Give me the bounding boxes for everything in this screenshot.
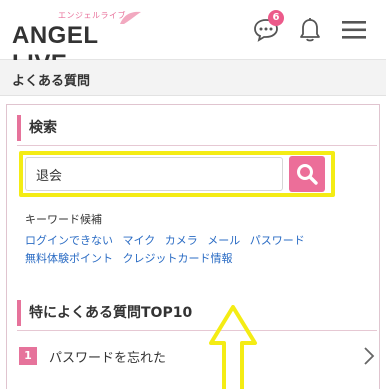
header: エンジェルライブ ANGEL LIVE 6: [0, 0, 386, 77]
faq-section-title: 特によくある質問TOP10: [17, 300, 377, 326]
wing-icon: [120, 11, 141, 24]
divider: [17, 145, 377, 146]
hamburger-menu-icon[interactable]: [338, 14, 370, 46]
keyword-label: キーワード候補: [25, 213, 102, 226]
search-button[interactable]: [289, 156, 325, 192]
divider: [17, 330, 377, 331]
logo-subtitle: エンジェルライブ: [58, 11, 126, 20]
keyword-link[interactable]: 無料体験ポイント: [25, 252, 113, 265]
search-input[interactable]: [25, 157, 283, 191]
search-section-title: 検索: [17, 115, 377, 141]
keyword-row: ログインできない マイク カメラ メール パスワード: [25, 232, 311, 248]
logo[interactable]: エンジェルライブ ANGEL LIVE: [12, 10, 142, 77]
keyword-row: 無料体験ポイント クレジットカード情報: [25, 250, 239, 266]
page-title: よくある質問: [12, 74, 91, 89]
faq-item-label: パスワードを忘れた: [49, 351, 167, 366]
chevron-right-icon: [364, 347, 375, 365]
keyword-link[interactable]: パスワード: [250, 234, 305, 247]
search-icon: [297, 164, 318, 185]
breadcrumb: よくある質問: [0, 60, 386, 96]
keyword-link[interactable]: ログインできない: [25, 234, 113, 247]
keyword-link[interactable]: メール: [207, 234, 240, 247]
keyword-link[interactable]: マイク: [123, 234, 156, 247]
up-arrow-annotation: [209, 305, 257, 389]
notification-badge: 6: [268, 10, 284, 26]
keyword-link[interactable]: カメラ: [165, 234, 198, 247]
bell-icon[interactable]: [294, 14, 326, 46]
page: エンジェルライブ ANGEL LIVE 6: [0, 0, 386, 389]
keyword-link[interactable]: クレジットカード情報: [123, 252, 233, 265]
faq-panel: 検索 キーワード候補 ログインできない マイク カメラ メール パスワード 無料…: [6, 104, 380, 389]
faq-item[interactable]: 1 パスワードを忘れた: [19, 341, 377, 371]
rank-badge: 1: [19, 347, 37, 365]
